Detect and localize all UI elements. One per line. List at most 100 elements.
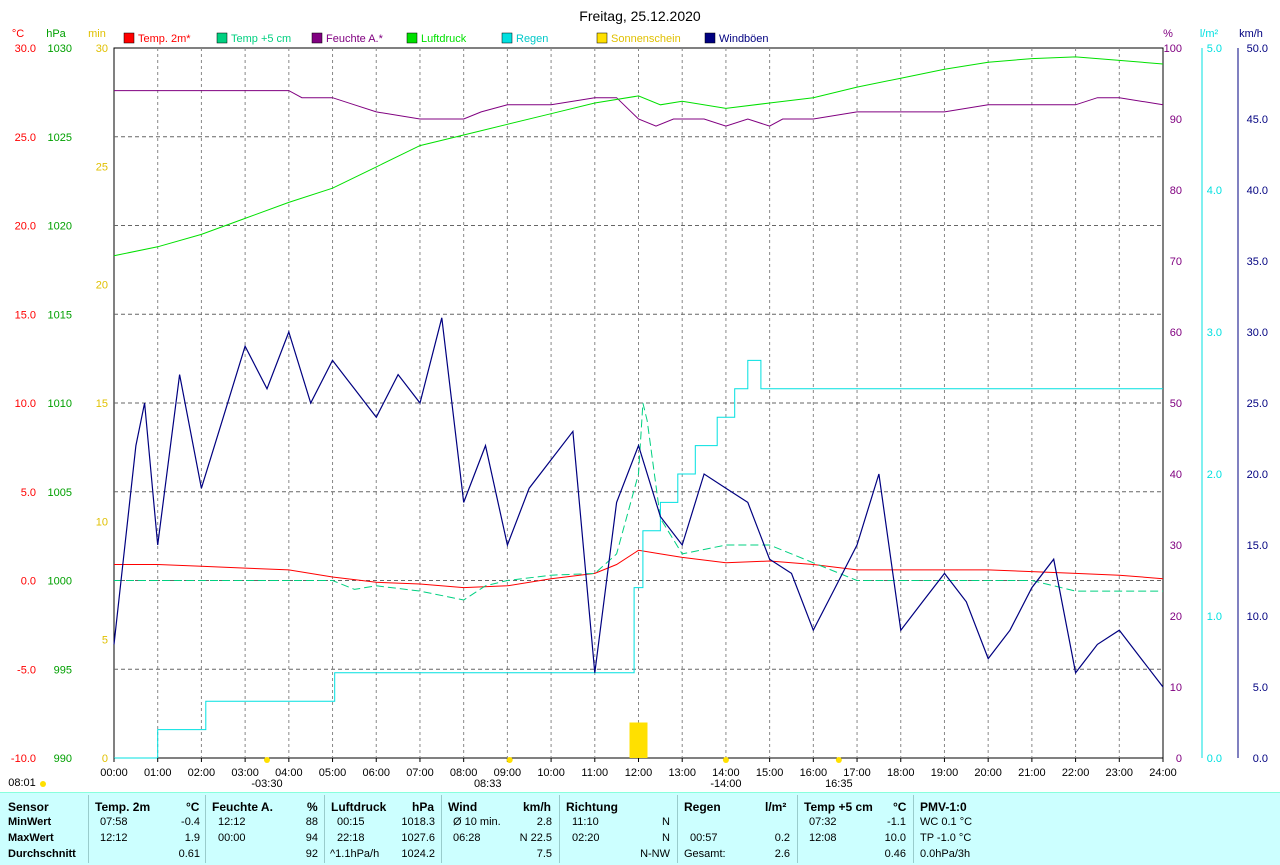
x-tick-label: 18:00 bbox=[887, 767, 915, 779]
avg-temp5-value: 0.46 bbox=[884, 848, 906, 860]
temp-tick-label: 0.0 bbox=[21, 576, 36, 588]
humidity-tick-label: 50 bbox=[1170, 398, 1182, 410]
pressure-tick-label: 1025 bbox=[48, 132, 72, 144]
sunshine-tick-label: 20 bbox=[96, 280, 108, 292]
sensor-header: Sensor bbox=[8, 800, 49, 814]
rain-tick-label: 0.0 bbox=[1207, 753, 1222, 765]
legend-label: Luftdruck bbox=[421, 33, 467, 45]
chart-title: Freitag, 25.12.2020 bbox=[579, 8, 701, 24]
regen-header: Regen bbox=[684, 800, 721, 814]
x-tick-label: 13:00 bbox=[668, 767, 696, 779]
x-tick-label: 19:00 bbox=[931, 767, 959, 779]
legend-label: Sonnenschein bbox=[611, 33, 681, 45]
temp-tick-label: -5.0 bbox=[17, 664, 36, 676]
sunshine-tick-label: 30 bbox=[96, 43, 108, 55]
statistics-panel: Sensor Temp. 2m °C Feuchte A. % Luftdruc… bbox=[0, 792, 1280, 865]
sunshine-tick-label: 0 bbox=[102, 753, 108, 765]
avg-regen-label: Gesamt: bbox=[684, 848, 726, 860]
x-tick-label: 02:00 bbox=[188, 767, 216, 779]
grid bbox=[113, 47, 1164, 759]
rain-tick-label: 2.0 bbox=[1207, 469, 1222, 481]
x-tick-label: 07:00 bbox=[406, 767, 434, 779]
pressure-tick-label: 995 bbox=[54, 664, 72, 676]
x-tick-label: 24:00 bbox=[1149, 767, 1177, 779]
pressure-tick-label: 1020 bbox=[48, 221, 72, 233]
row-max-label: MaxWert bbox=[8, 832, 54, 844]
max-temp2m-value: 1.9 bbox=[184, 832, 200, 844]
min-wind-time: Ø 10 min. bbox=[453, 816, 501, 828]
wind-tick-label: 40.0 bbox=[1247, 185, 1268, 197]
legend-swatch bbox=[216, 32, 228, 44]
wind-tick-label: 20.0 bbox=[1247, 469, 1268, 481]
temp-tick-label: 15.0 bbox=[15, 309, 36, 321]
x-axis: 00:00 01:00 02:00 03:00 04:00 05:00 06:00 07:00… bbox=[8, 757, 1177, 790]
max-richtung-time: 02:20 bbox=[572, 832, 600, 844]
axis-labels: 30.025.020.015.010.05.00.0-5.0-10.010301… bbox=[11, 28, 1268, 765]
x-tick-label: 20:00 bbox=[974, 767, 1002, 779]
legend-label: Temp +5 cm bbox=[231, 33, 291, 45]
min-temp2m-time: 07:58 bbox=[100, 816, 128, 828]
humidity-tick-label: 10 bbox=[1170, 682, 1182, 694]
sun-marker-icon bbox=[835, 757, 842, 763]
rain-tick-label: 1.0 bbox=[1207, 611, 1222, 623]
max-temp2m-time: 12:12 bbox=[100, 832, 128, 844]
temp-tick-label: 30.0 bbox=[15, 43, 36, 55]
min-luftdruck-time: 00:15 bbox=[337, 816, 365, 828]
sun-marker-icon bbox=[263, 757, 270, 763]
humidity-tick-label: 40 bbox=[1170, 469, 1182, 481]
time-marker-label: -14:00 bbox=[710, 778, 741, 790]
x-tick-label: 00:00 bbox=[100, 767, 128, 779]
rain-tick-label: 4.0 bbox=[1207, 185, 1222, 197]
wind-tick-label: 10.0 bbox=[1247, 611, 1268, 623]
max-luftdruck-value: 1027.6 bbox=[401, 832, 435, 844]
legend: Temp. 2m* Temp +5 cm Feuchte A.* Luftdruck R… bbox=[123, 32, 769, 45]
humidity-unit-label: % bbox=[1163, 28, 1173, 40]
avg-luftdruck-trend: ^1.1hPa/h bbox=[330, 848, 380, 860]
wind-unit-label: km/h bbox=[1239, 28, 1263, 40]
x-tick-label: 05:00 bbox=[319, 767, 347, 779]
temp-unit-label: °C bbox=[12, 28, 24, 40]
min-luftdruck-value: 1018.3 bbox=[401, 816, 435, 828]
x-tick-label: 01:00 bbox=[144, 767, 172, 779]
sun-marker-icon bbox=[40, 781, 46, 787]
min-feuchte-time: 12:12 bbox=[218, 816, 246, 828]
min-wind-value: 2.8 bbox=[536, 816, 552, 828]
humidity-tick-label: 70 bbox=[1170, 256, 1182, 268]
temp-tick-label: 10.0 bbox=[15, 398, 36, 410]
min-temp5-time: 07:32 bbox=[809, 816, 837, 828]
pressure-tick-label: 990 bbox=[54, 753, 72, 765]
temp2m-unit: °C bbox=[186, 800, 200, 814]
wind-tick-label: 30.0 bbox=[1247, 327, 1268, 339]
richtung-header: Richtung bbox=[566, 800, 618, 814]
humidity-tick-label: 0 bbox=[1176, 753, 1182, 765]
wind-tick-label: 35.0 bbox=[1247, 256, 1268, 268]
legend-swatch bbox=[311, 32, 323, 44]
avg-temp2m-value: 0.61 bbox=[178, 848, 200, 860]
max-regen-value: 0.2 bbox=[774, 832, 790, 844]
max-temp5-time: 12:08 bbox=[809, 832, 837, 844]
temp2m-header: Temp. 2m bbox=[95, 800, 151, 814]
wind-unit: km/h bbox=[523, 800, 552, 814]
x-tick-label: 06:00 bbox=[362, 767, 390, 779]
temp5-unit: °C bbox=[893, 800, 907, 814]
max-luftdruck-time: 22:18 bbox=[337, 832, 365, 844]
temp-tick-label: 5.0 bbox=[21, 487, 36, 499]
time-marker-label: 08:33 bbox=[474, 778, 502, 790]
rain-tick-label: 3.0 bbox=[1207, 327, 1222, 339]
humidity-tick-label: 60 bbox=[1170, 327, 1182, 339]
avg-wind-value: 7.5 bbox=[536, 848, 552, 860]
max-pmv: TP -1.0 °C bbox=[920, 832, 972, 844]
pmv-header: PMV-1:0 bbox=[920, 800, 967, 814]
pressure-tick-label: 1010 bbox=[48, 398, 72, 410]
max-wind-time: 06:28 bbox=[453, 832, 481, 844]
humidity-tick-label: 80 bbox=[1170, 185, 1182, 197]
pressure-tick-label: 1000 bbox=[48, 576, 72, 588]
feuchte-unit: % bbox=[307, 800, 318, 814]
avg-luftdruck-value: 1024.2 bbox=[401, 848, 435, 860]
sunshine-tick-label: 10 bbox=[96, 516, 108, 528]
weather-chart: Freitag, 25.12.2020 Temp. 2m* Temp +5 cm F… bbox=[8, 8, 1268, 790]
min-feuchte-value: 88 bbox=[305, 816, 318, 828]
humidity-tick-label: 90 bbox=[1170, 114, 1182, 126]
max-feuchte-time: 00:00 bbox=[218, 832, 246, 844]
legend-label: Regen bbox=[516, 33, 548, 45]
